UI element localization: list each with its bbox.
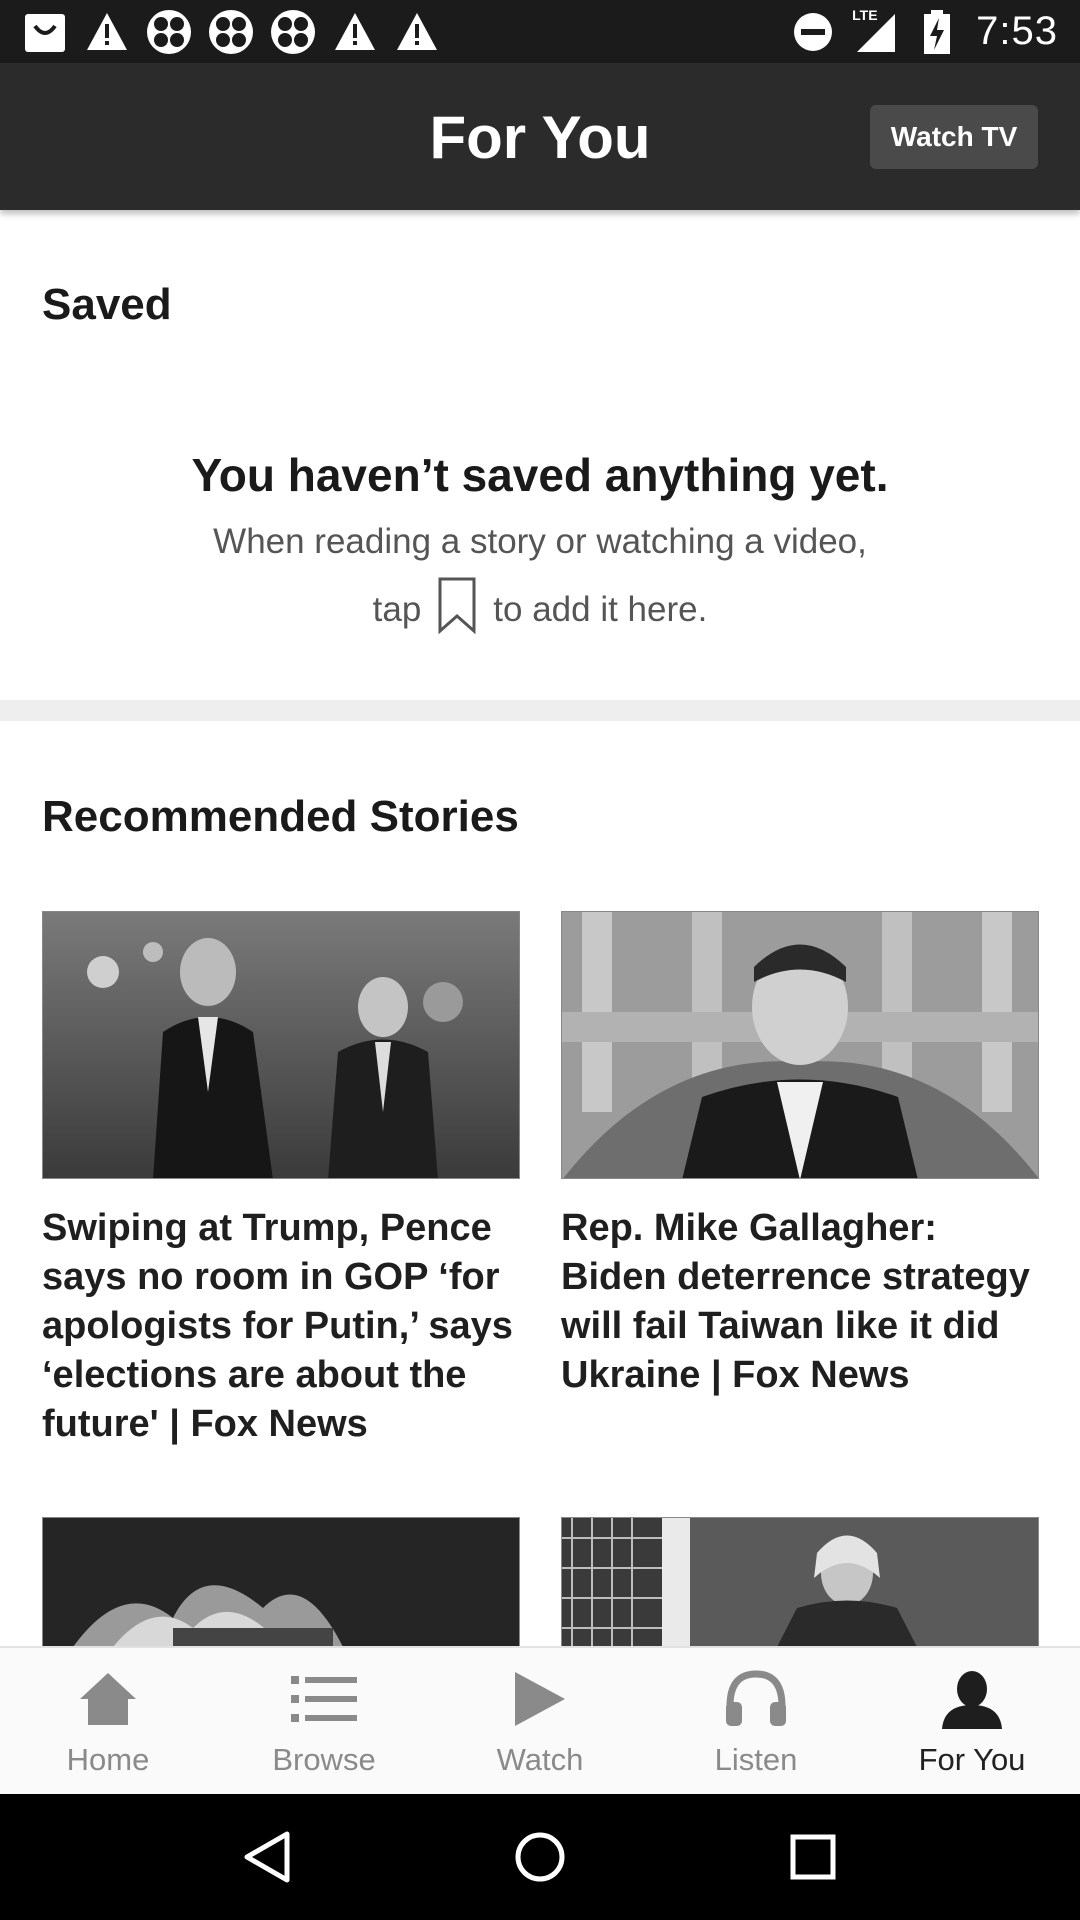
- system-nav-bar: [0, 1794, 1080, 1920]
- status-right-icons: LTE 7:53: [790, 6, 1058, 55]
- recents-icon[interactable]: [773, 1817, 853, 1897]
- bookmark-icon: [437, 576, 477, 643]
- story-image[interactable]: [561, 911, 1039, 1179]
- story-image[interactable]: [42, 1517, 520, 1646]
- play-icon: [505, 1666, 575, 1732]
- nav-label: Listen: [714, 1742, 798, 1777]
- saved-heading: Saved: [42, 280, 172, 329]
- story-image[interactable]: [561, 1517, 1039, 1646]
- clover-icon: [208, 9, 254, 55]
- page: LTE 7:53 For You Watch TV Saved You have…: [0, 0, 1080, 1920]
- saved-empty-title: You haven’t saved anything yet.: [191, 449, 889, 501]
- network-type: LTE: [852, 6, 878, 23]
- clover-icon: [146, 9, 192, 55]
- clover-icon: [270, 9, 316, 55]
- status-left-icons: [22, 9, 440, 55]
- do-not-disturb-icon: [790, 9, 836, 55]
- clock: 7:53: [976, 9, 1058, 53]
- nav-label: Browse: [272, 1742, 376, 1777]
- nav-item-watch[interactable]: Watch: [432, 1648, 648, 1794]
- watch-tv-button[interactable]: Watch TV: [870, 105, 1038, 169]
- home-circle-icon[interactable]: [500, 1817, 580, 1897]
- story-image[interactable]: [42, 911, 520, 1179]
- recommended-heading: Recommended Stories: [42, 792, 519, 841]
- list-icon: [289, 1666, 359, 1732]
- nav-item-home[interactable]: Home: [0, 1648, 216, 1794]
- nav-item-browse[interactable]: Browse: [216, 1648, 432, 1794]
- bottom-nav: Home Browse Watch Listen For You: [0, 1646, 1080, 1794]
- signal-icon: LTE: [852, 6, 898, 55]
- back-icon[interactable]: [227, 1817, 307, 1897]
- story-title[interactable]: Rep. Mike Gallagher: Biden deterrence st…: [561, 1204, 1039, 1400]
- home-icon: [73, 1666, 143, 1732]
- app-bar: For You Watch TV: [0, 63, 1080, 210]
- nav-label: For You: [918, 1742, 1026, 1777]
- battery-charging-icon: [914, 9, 960, 55]
- story-title[interactable]: Swiping at Trump, Pence says no room in …: [42, 1204, 520, 1449]
- shopping-bag-icon: [22, 9, 68, 55]
- nav-item-listen[interactable]: Listen: [648, 1648, 864, 1794]
- warning-icon: [394, 9, 440, 55]
- nav-label: Home: [66, 1742, 150, 1777]
- nav-label: Watch: [496, 1742, 584, 1777]
- saved-empty-hint: When reading a story or watching a video…: [213, 522, 867, 561]
- headphones-icon: [721, 1666, 791, 1732]
- person-icon: [937, 1666, 1007, 1732]
- saved-empty-hint-tap: tap to add it here.: [0, 576, 1080, 643]
- nav-item-for-you[interactable]: For You: [864, 1648, 1080, 1794]
- tap-text: tap: [372, 589, 422, 629]
- warning-icon: [332, 9, 378, 55]
- warning-icon: [84, 9, 130, 55]
- status-bar: LTE 7:53: [0, 0, 1080, 63]
- add-here-text: to add it here.: [493, 589, 708, 629]
- section-divider: [0, 700, 1080, 721]
